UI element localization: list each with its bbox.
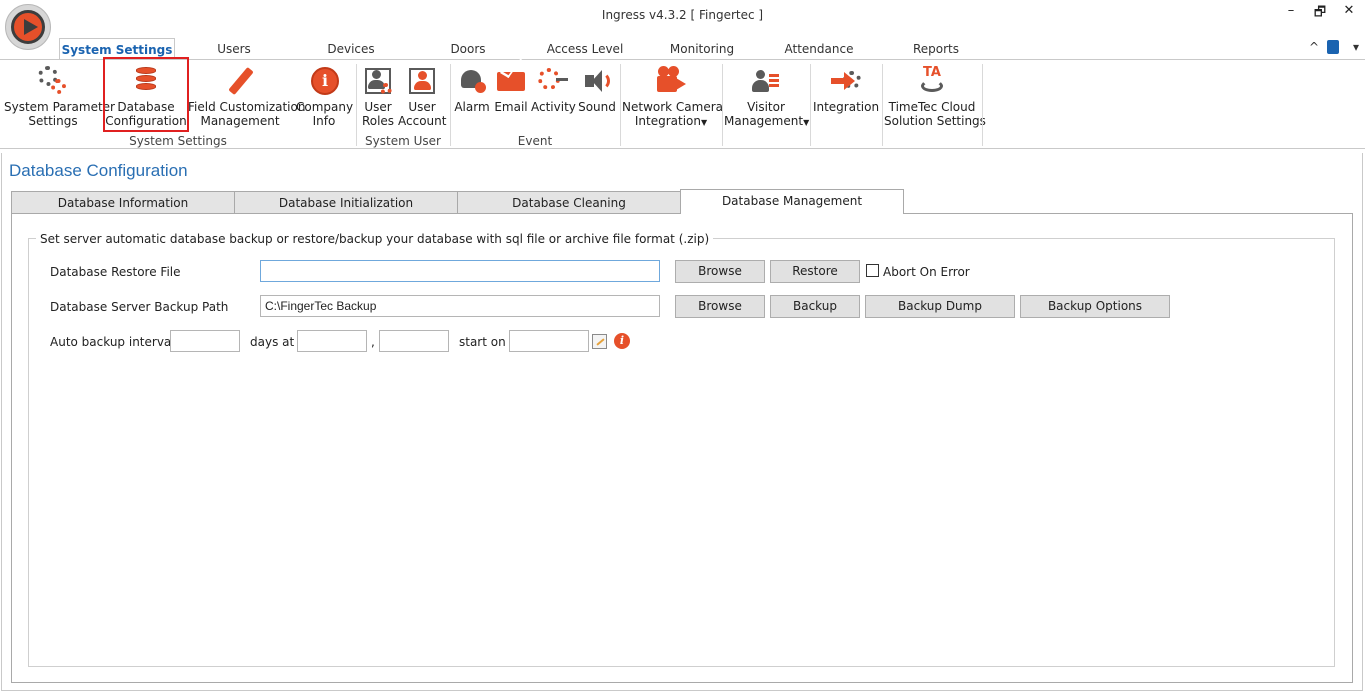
ribbon-separator xyxy=(810,64,811,146)
dropdown-arrow-icon: ▼ xyxy=(803,118,810,127)
days-at-label: days at xyxy=(250,335,295,349)
timetec-icon: TA xyxy=(917,66,947,96)
close-button[interactable]: ✕ xyxy=(1338,3,1360,18)
abort-on-error-checkbox[interactable] xyxy=(866,264,879,277)
backup-browse-button[interactable]: Browse xyxy=(675,295,765,318)
user-account-button[interactable]: User Account xyxy=(398,66,446,128)
tab-database-management[interactable]: Database Management xyxy=(680,189,904,214)
user-roles-button[interactable]: User Roles xyxy=(360,66,396,128)
visitor-management-button[interactable]: Visitor Management▼ xyxy=(724,66,810,130)
main-tab-bar: System Settings Users Devices Doors Acce… xyxy=(0,38,1365,61)
visitor-icon xyxy=(751,66,781,96)
restore-browse-button[interactable]: Browse xyxy=(675,260,765,283)
camera-icon xyxy=(656,66,686,96)
backup-hour-input[interactable] xyxy=(297,330,367,352)
restore-file-input[interactable] xyxy=(260,260,660,282)
info-icon[interactable]: i xyxy=(614,333,630,349)
app-window: Ingress v4.3.2 [ Fingertec ] – 🗗 ✕ Syste… xyxy=(0,0,1365,693)
sound-button[interactable]: Sound xyxy=(577,66,617,114)
backup-path-input[interactable] xyxy=(260,295,660,317)
backup-path-label: Database Server Backup Path xyxy=(50,300,229,314)
tab-database-information[interactable]: Database Information xyxy=(11,191,235,214)
tab-users[interactable]: Users xyxy=(194,38,274,60)
company-info-button[interactable]: i Company Info xyxy=(296,66,353,128)
gears-icon xyxy=(38,66,68,96)
ribbon-dropdown-icon[interactable]: ▾ xyxy=(1353,40,1359,54)
time-separator-label: , xyxy=(371,335,375,349)
info-icon: i xyxy=(309,66,339,96)
backup-options-button[interactable]: Backup Options xyxy=(1020,295,1170,318)
page-title: Database Configuration xyxy=(9,161,188,180)
timetec-cloud-settings-button[interactable]: TA TimeTec Cloud Solution Settings xyxy=(884,66,986,129)
field-customization-button[interactable]: Field Customization Management xyxy=(188,66,305,128)
ribbon: System Parameter Settings Database Confi… xyxy=(0,59,1365,149)
email-icon xyxy=(496,66,526,96)
tab-database-initialization[interactable]: Database Initialization xyxy=(234,191,458,214)
activity-button[interactable]: Activity xyxy=(531,66,576,114)
group-label-system-user: System User xyxy=(365,134,441,148)
integration-button[interactable]: Integration xyxy=(812,66,880,114)
tab-database-cleaning[interactable]: Database Cleaning xyxy=(457,191,681,214)
user-roles-icon xyxy=(363,66,393,96)
tab-doors[interactable]: Doors xyxy=(428,38,508,60)
backup-dump-button[interactable]: Backup Dump xyxy=(865,295,1015,318)
selection-highlight xyxy=(103,57,189,132)
tab-devices[interactable]: Devices xyxy=(311,38,391,60)
office-icon[interactable] xyxy=(1327,40,1339,54)
ribbon-separator xyxy=(982,64,983,146)
tab-access-level[interactable]: Access Level xyxy=(540,38,630,60)
group-label-system-settings: System Settings xyxy=(129,134,227,148)
restore-button[interactable]: 🗗 xyxy=(1309,3,1331,25)
tab-monitoring[interactable]: Monitoring xyxy=(662,38,742,60)
tab-reports[interactable]: Reports xyxy=(896,38,976,60)
backup-minute-input[interactable] xyxy=(379,330,449,352)
backup-button[interactable]: Backup xyxy=(770,295,860,318)
groupbox-title: Set server automatic database backup or … xyxy=(36,232,714,246)
sound-icon xyxy=(582,66,612,96)
pencil-icon xyxy=(225,66,255,96)
calendar-icon[interactable] xyxy=(592,334,607,349)
start-on-label: start on xyxy=(459,335,506,349)
email-button[interactable]: Email xyxy=(493,66,529,114)
restore-file-label: Database Restore File xyxy=(50,265,181,279)
alarm-button[interactable]: Alarm xyxy=(453,66,491,114)
alarm-icon xyxy=(457,66,487,96)
auto-backup-label: Auto backup interval xyxy=(50,335,175,349)
abort-on-error-label: Abort On Error xyxy=(883,265,970,279)
activity-icon xyxy=(538,66,568,96)
ribbon-separator xyxy=(882,64,883,146)
user-account-icon xyxy=(407,66,437,96)
window-title: Ingress v4.3.2 [ Fingertec ] xyxy=(601,8,764,22)
system-parameter-settings-button[interactable]: System Parameter Settings xyxy=(4,66,115,128)
collapse-ribbon-icon[interactable]: ^ xyxy=(1309,40,1319,54)
minimize-button[interactable]: – xyxy=(1280,3,1302,18)
start-date-input[interactable] xyxy=(509,330,589,352)
integration-icon xyxy=(831,66,861,96)
dropdown-arrow-icon: ▼ xyxy=(700,118,708,127)
ribbon-separator xyxy=(620,64,621,146)
network-camera-integration-button[interactable]: Network Camera Integration▼ xyxy=(622,66,723,130)
tab-attendance[interactable]: Attendance xyxy=(779,38,859,60)
backup-interval-input[interactable] xyxy=(170,330,240,352)
group-label-event: Event xyxy=(517,134,553,148)
restore-button[interactable]: Restore xyxy=(770,260,860,283)
ribbon-separator xyxy=(722,64,723,146)
